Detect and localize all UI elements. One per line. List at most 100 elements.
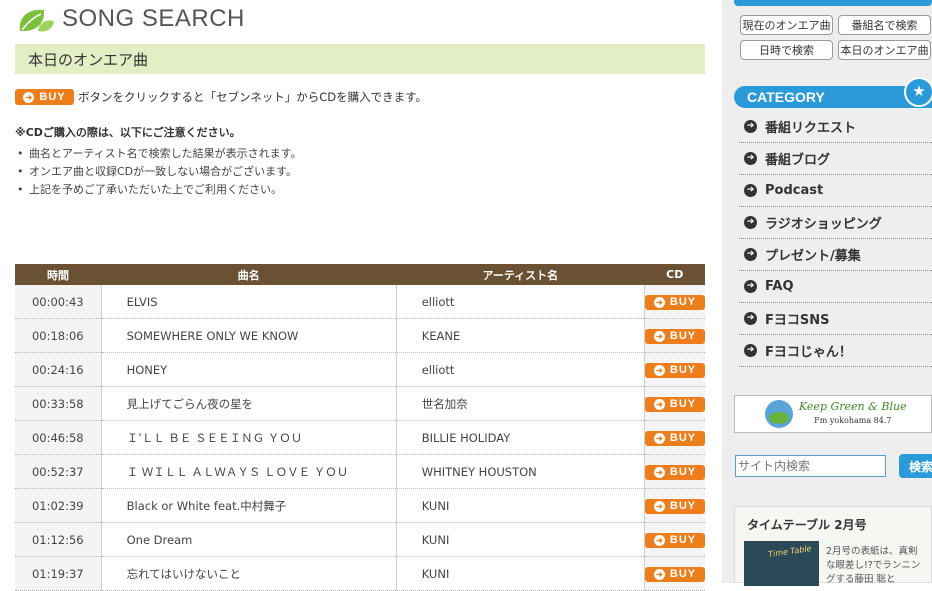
buy-label: BUY: [669, 398, 697, 410]
cell-artist: KUNI: [396, 488, 646, 523]
site-search-input[interactable]: [735, 455, 886, 477]
category-item-present[interactable]: ➜ プレゼント/募集: [739, 239, 932, 271]
buy-button[interactable]: ➜ BUY: [645, 430, 705, 446]
category-label: FヨコSNS: [765, 313, 830, 328]
section-heading: 本日のオンエア曲: [15, 44, 705, 74]
cell-title: 見上げてごらん夜の星を: [101, 386, 397, 421]
category-item-fyokojan[interactable]: ➜ Fヨコじゃん！: [739, 335, 932, 367]
buy-sample-badge: ➜ BUY: [15, 89, 74, 105]
now-onair-button[interactable]: 現在のオンエア曲: [740, 15, 833, 35]
buy-button[interactable]: ➜ BUY: [645, 532, 705, 548]
category-item-blog[interactable]: ➜ 番組ブログ: [739, 143, 932, 175]
buy-label: BUY: [669, 364, 697, 376]
song-table-body: 00:00:43 ELVIS elliott ➜ BUY 00:18:06 SOMEWHER…: [15, 285, 705, 591]
cell-artist: 世名加奈: [396, 386, 646, 421]
notice-item: 上記を予めご了承いただいた上でご利用ください。: [15, 182, 302, 200]
category-item-podcast[interactable]: ➜ Podcast: [739, 175, 932, 207]
section-title: 本日のオンエア曲: [28, 50, 149, 69]
cell-cd: ➜ BUY: [644, 488, 705, 523]
buy-label: BUY: [669, 500, 697, 512]
cell-cd: ➜ BUY: [644, 522, 705, 557]
cell-cd: ➜ BUY: [644, 556, 705, 591]
table-row: 01:12:56 One Dream KUNI ➜ BUY: [15, 522, 705, 557]
banner-line1: Keep Green & Blue: [799, 400, 907, 413]
category-label: ラジオショッピング: [765, 217, 882, 232]
category-label: プレゼント/募集: [765, 249, 861, 264]
table-row: 00:00:43 ELVIS elliott ➜ BUY: [15, 285, 705, 319]
arrow-right-icon: ➜: [653, 398, 665, 410]
sidebar-top-bar: [734, 0, 932, 6]
cell-artist: KUNI: [396, 522, 646, 557]
category-item-faq[interactable]: ➜ FAQ: [739, 271, 932, 303]
main-content: SONG SEARCH 本日のオンエア曲 ➜ BUY ボタンをクリックすると「セブ…: [0, 0, 722, 591]
buy-button[interactable]: ➜ BUY: [645, 294, 705, 310]
buy-note: ➜ BUY ボタンをクリックすると「セブンネット」からCDを購入できます。: [15, 89, 427, 105]
category-header: CATEGORY: [734, 86, 932, 108]
star-icon: ★: [904, 77, 932, 107]
program-search-button[interactable]: 番組名で検索: [838, 15, 931, 35]
cell-cd: ➜ BUY: [644, 285, 705, 319]
cell-title: One Dream: [101, 522, 397, 557]
cell-cd: ➜ BUY: [644, 420, 705, 455]
arrow-right-icon: ➜: [744, 312, 757, 325]
notice-item: 曲名とアーティスト名で検索した結果が表示されます。: [15, 146, 302, 164]
today-onair-button[interactable]: 本日のオンエア曲: [838, 40, 931, 60]
cell-cd: ➜ BUY: [644, 386, 705, 421]
buy-button[interactable]: ➜ BUY: [645, 464, 705, 480]
cell-title: 忘れてはいけないこと: [101, 556, 397, 591]
arrow-right-icon: ➜: [653, 466, 665, 478]
category-item-sns[interactable]: ➜ FヨコSNS: [739, 303, 932, 335]
timetable-cover-image[interactable]: Time Table: [744, 541, 819, 586]
site-search-button[interactable]: 検索: [899, 454, 932, 478]
buy-label: BUY: [669, 296, 697, 308]
notice-list: 曲名とアーティスト名で検索した結果が表示されます。 オンエア曲と収録CDが一致し…: [15, 146, 302, 200]
buy-button[interactable]: ➜ BUY: [645, 498, 705, 514]
category-label: Podcast: [765, 183, 824, 198]
category-item-request[interactable]: ➜ 番組リクエスト: [739, 111, 932, 143]
page-title: SONG SEARCH: [62, 5, 245, 32]
timetable-box: タイムテーブル 2月号 Time Table 2月号の表紙は、真剣な眼差し!?で…: [734, 506, 932, 586]
arrow-right-icon: ➜: [744, 280, 757, 293]
arrow-right-icon: ➜: [653, 534, 665, 546]
brand: SONG SEARCH: [14, 2, 245, 36]
table-row: 00:46:58 Ｉ’ＬＬ ＢＥ ＳＥＥＩＮＧ ＹＯＵ BILLIE HOLIDAY…: [15, 420, 705, 455]
cell-title: ELVIS: [101, 285, 397, 319]
cell-time: 00:00:43: [15, 285, 102, 319]
arrow-right-icon: ➜: [653, 568, 665, 580]
category-label: FAQ: [765, 279, 794, 294]
header-cd: CD: [644, 264, 705, 285]
buy-button[interactable]: ➜ BUY: [645, 396, 705, 412]
buy-button[interactable]: ➜ BUY: [645, 566, 705, 582]
buy-label: BUY: [669, 568, 697, 580]
table-row: 00:24:16 HONEY elliott ➜ BUY: [15, 352, 705, 387]
header-artist: アーティスト名: [396, 264, 645, 285]
cell-artist: WHITNEY HOUSTON: [396, 454, 646, 489]
table-row: 01:02:39 Black or White feat.中村舞子 KUNI ➜ BUY: [15, 488, 705, 523]
arrow-right-icon: ➜: [653, 296, 665, 308]
buy-label: BUY: [669, 432, 697, 444]
buy-button[interactable]: ➜ BUY: [645, 328, 705, 344]
cell-cd: ➜ BUY: [644, 352, 705, 387]
date-search-button[interactable]: 日時で検索: [740, 40, 833, 60]
arrow-right-icon: ➜: [744, 120, 757, 133]
arrow-right-icon: ➜: [744, 184, 757, 197]
arrow-right-icon: ➜: [653, 330, 665, 342]
buy-button[interactable]: ➜ BUY: [645, 362, 705, 378]
timetable-text: 2月号の表紙は、真剣な眼差し!?でランニングする藤田 聡と: [826, 546, 921, 585]
buy-label: BUY: [669, 534, 697, 546]
category-label: 番組リクエスト: [765, 121, 857, 136]
arrow-right-icon: ➜: [653, 364, 665, 376]
arrow-right-icon: ➜: [23, 91, 35, 103]
category-label: Fヨコじゃん！: [765, 345, 852, 360]
category-title: CATEGORY: [747, 89, 825, 105]
category-list: ➜ 番組リクエスト ➜ 番組ブログ ➜ Podcast ➜ ラジオショッピング ➜ プレゼ…: [739, 111, 932, 367]
table-row: 00:18:06 SOMEWHERE ONLY WE KNOW KEANE ➜ BUY: [15, 318, 705, 353]
arrow-right-icon: ➜: [744, 248, 757, 261]
sidebar: 現在のオンエア曲 番組名で検索 日時で検索 本日のオンエア曲 CATEGORY …: [722, 0, 932, 586]
category-item-shopping[interactable]: ➜ ラジオショッピング: [739, 207, 932, 239]
cell-cd: ➜ BUY: [644, 454, 705, 489]
cell-time: 00:46:58: [15, 420, 102, 455]
cover-text: Time Table: [767, 544, 812, 559]
banner-text: Keep Green & Blue Fm yokohama 84.7: [799, 400, 907, 428]
keep-green-blue-banner[interactable]: Keep Green & Blue Fm yokohama 84.7: [734, 395, 932, 433]
